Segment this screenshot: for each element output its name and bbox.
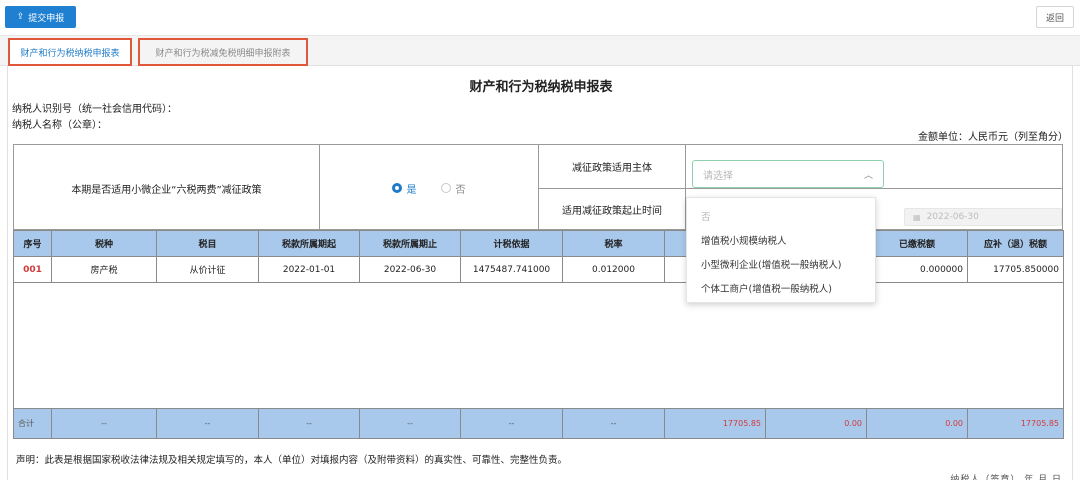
col-header: 税率 xyxy=(562,230,665,257)
policy-period-label: 适用减征政策起止时间 xyxy=(562,206,662,217)
table-row[interactable]: 001 房产税 从价计征 2022-01-01 2022-06-30 14754… xyxy=(13,256,1064,283)
table-empty-area xyxy=(13,282,1064,409)
total-c7: 17705.85 xyxy=(664,408,766,439)
cell-rate: 0.012000 xyxy=(562,256,665,283)
cell-basis: 1475487.741000 xyxy=(460,256,563,283)
cell-paid: 0.000000 xyxy=(866,256,968,283)
total-dash: -- xyxy=(156,408,259,439)
table-header-row: 序号 税种 税目 税款所属期起 税款所属期止 计税依据 税率 已缴税额 应补（退… xyxy=(13,230,1064,257)
col-header: 税款所属期止 xyxy=(359,230,461,257)
cell-tax-type: 房产税 xyxy=(51,256,157,283)
cell-period-end: 2022-06-30 xyxy=(359,256,461,283)
policy-subject-label: 减征政策适用主体 xyxy=(572,163,652,174)
tab-exemption-schedule[interactable]: 财产和行为税减免税明细申报附表 xyxy=(138,38,308,66)
policy-radio-group: 是 否 xyxy=(319,145,538,231)
radio-no-dot xyxy=(440,183,451,193)
col-header: 税种 xyxy=(51,230,157,257)
policy-question: 本期是否适用小微企业“六税两费”减征政策 xyxy=(71,184,262,196)
declaration-statement: 声明：此表是根据国家税收法律法规及相关规定填写的，本人（单位）对填报内容（及附带… xyxy=(16,455,568,466)
table-total-row: 合计 -- -- -- -- -- -- 17705.85 0.00 0.00 … xyxy=(13,408,1064,439)
col-header: 税目 xyxy=(156,230,259,257)
cell-payable: 17705.850000 xyxy=(967,256,1064,283)
tax-table: 序号 税种 税目 税款所属期起 税款所属期止 计税依据 税率 已缴税额 应补（退… xyxy=(13,230,1064,439)
radio-yes[interactable]: 是 xyxy=(391,181,417,196)
form-content: 财产和行为税纳税申报表 纳税人识别号（统一社会信用代码）： 纳税人名称（公章）：… xyxy=(7,66,1073,480)
total-dash: -- xyxy=(258,408,360,439)
dropdown-option-no[interactable]: 否 xyxy=(687,204,875,228)
total-c8: 0.00 xyxy=(765,408,867,439)
radio-no[interactable]: 否 xyxy=(440,181,466,196)
submit-declaration-button[interactable]: ⇪ 提交申报 xyxy=(5,6,76,28)
total-dash: -- xyxy=(460,408,563,439)
taxpayer-name-label: 纳税人名称（公章）： xyxy=(12,120,107,131)
top-toolbar: ⇪ 提交申报 返回 xyxy=(0,0,1080,36)
tab-declaration-form[interactable]: 财产和行为税纳税申报表 xyxy=(8,38,132,66)
total-label: 合计 xyxy=(13,408,52,439)
end-date-value: 2022-06-30 xyxy=(926,212,979,222)
radio-yes-label: 是 xyxy=(406,184,417,196)
back-button[interactable]: 返回 xyxy=(1036,6,1074,28)
policy-section: 本期是否适用小微企业“六税两费”减征政策 是 否 减征政策适用主体 适用减征政策… xyxy=(13,144,1063,230)
select-placeholder: 请选择 xyxy=(703,170,733,182)
total-dash: -- xyxy=(359,408,461,439)
page-title: 财产和行为税纳税申报表 xyxy=(469,80,613,95)
currency-unit-label: 金额单位：人民币元（列至角分） xyxy=(918,132,1068,143)
policy-end-date-input[interactable]: ▦ 2022-06-30 xyxy=(904,208,1062,226)
policy-subject-select[interactable]: 请选择 ︿ xyxy=(692,160,884,188)
cell-seq: 001 xyxy=(13,256,52,283)
col-header: 已缴税额 xyxy=(866,230,968,257)
total-dash: -- xyxy=(562,408,665,439)
dropdown-option-individual[interactable]: 个体工商户(增值税一般纳税人) xyxy=(687,276,875,300)
total-dash: -- xyxy=(51,408,157,439)
chevron-up-icon: ︿ xyxy=(863,170,873,181)
taxpayer-id-label: 纳税人识别号（统一社会信用代码）： xyxy=(12,104,177,115)
tab-bar: 财产和行为税纳税申报表 财产和行为税减免税明细申报附表 xyxy=(0,36,1080,66)
policy-subject-dropdown: 否 增值税小规模纳税人 小型微利企业(增值税一般纳税人) 个体工商户(增值税一般… xyxy=(686,197,876,303)
cell-item: 从价计征 xyxy=(156,256,259,283)
calendar-icon: ▦ xyxy=(913,212,921,222)
col-header: 应补（退）税额 xyxy=(967,230,1064,257)
dropdown-option-small-scale[interactable]: 增值税小规模纳税人 xyxy=(687,228,875,252)
total-c10: 17705.85 xyxy=(967,408,1064,439)
col-header: 计税依据 xyxy=(460,230,563,257)
upload-icon: ⇪ xyxy=(16,12,25,22)
signature-line: 纳税人（签章） 年 月 日 xyxy=(950,475,1062,480)
radio-yes-dot xyxy=(391,183,402,193)
dropdown-option-small-profit[interactable]: 小型微利企业(增值税一般纳税人) xyxy=(687,252,875,276)
col-header: 序号 xyxy=(13,230,52,257)
submit-button-label: 提交申报 xyxy=(28,13,65,24)
radio-no-label: 否 xyxy=(455,184,466,196)
total-c9: 0.00 xyxy=(866,408,968,439)
col-header: 税款所属期起 xyxy=(258,230,360,257)
cell-period-start: 2022-01-01 xyxy=(258,256,360,283)
